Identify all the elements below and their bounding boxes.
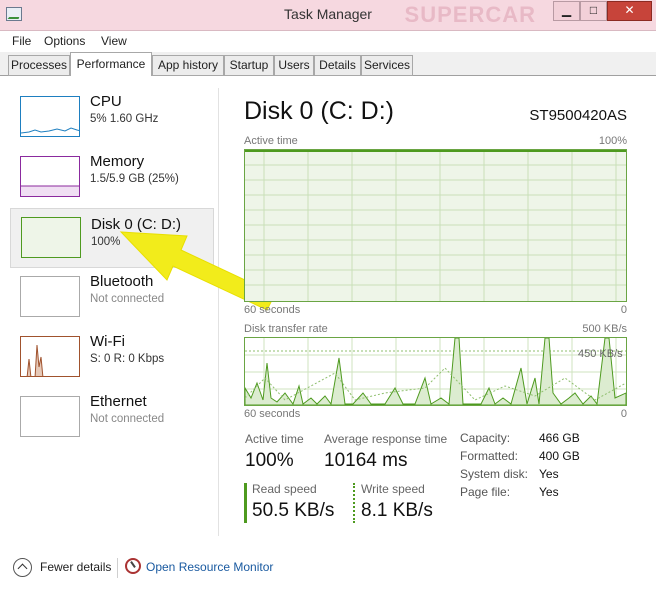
read-speed-value: 50.5 KB/s bbox=[252, 500, 335, 521]
write-speed-label: Write speed bbox=[361, 482, 425, 496]
resource-name: Memory bbox=[90, 153, 145, 170]
avg-response-label: Average response time bbox=[324, 432, 448, 446]
close-button[interactable]: ✕ bbox=[607, 1, 652, 21]
disk-model: ST9500420AS bbox=[529, 107, 627, 124]
transfer-min-label: 0 bbox=[620, 408, 627, 420]
property-value: Yes bbox=[539, 485, 559, 499]
cpu-thumbnail bbox=[20, 96, 80, 137]
property-key: System disk: bbox=[460, 467, 529, 481]
resource-ethernet[interactable]: Ethernet Not connected bbox=[10, 392, 214, 452]
resource-sub: 1.5/5.9 GB (25%) bbox=[90, 173, 179, 185]
transfer-graph-label: Disk transfer rate bbox=[244, 323, 328, 335]
bluetooth-thumbnail bbox=[20, 276, 80, 317]
tab-strip: Processes Performance App history Startu… bbox=[0, 52, 656, 77]
active-time-label: Active time bbox=[245, 432, 304, 446]
active-time-graph-label: Active time bbox=[244, 135, 298, 147]
resource-cpu[interactable]: CPU 5% 1.60 GHz bbox=[10, 92, 214, 152]
resource-sub: S: 0 R: 0 Kbps bbox=[90, 353, 165, 365]
menu-bar: File Options View bbox=[0, 31, 656, 52]
minimize-button[interactable]: ▁ bbox=[553, 1, 580, 21]
resource-wifi[interactable]: Wi-Fi S: 0 R: 0 Kbps bbox=[10, 332, 214, 392]
active-time-max-label: 100% bbox=[598, 135, 627, 147]
menu-options[interactable]: Options bbox=[44, 34, 85, 48]
menu-view[interactable]: View bbox=[101, 34, 127, 48]
wifi-thumbnail bbox=[20, 336, 80, 377]
property-key: Capacity: bbox=[460, 431, 511, 445]
write-speed-bar bbox=[353, 483, 355, 523]
maximize-button[interactable]: □ bbox=[580, 1, 607, 21]
resource-name: CPU bbox=[90, 93, 122, 110]
active-time-value: 100% bbox=[245, 450, 294, 471]
tab-users[interactable]: Users bbox=[274, 55, 314, 76]
divider bbox=[117, 558, 118, 578]
resource-name: Wi-Fi bbox=[90, 333, 125, 350]
chevron-up-icon[interactable] bbox=[13, 558, 32, 577]
read-speed-bar bbox=[244, 483, 247, 523]
tab-startup[interactable]: Startup bbox=[224, 55, 274, 76]
transfer-inner-label: 450 KB/s bbox=[578, 348, 623, 360]
tab-services[interactable]: Services bbox=[361, 55, 413, 76]
fewer-details-button[interactable]: Fewer details bbox=[40, 560, 111, 574]
bottom-bar: Fewer details Open Resource Monitor bbox=[0, 546, 656, 598]
property-value: Yes bbox=[539, 467, 559, 481]
property-key: Page file: bbox=[460, 485, 511, 499]
property-key: Formatted: bbox=[460, 449, 519, 463]
disk-thumbnail bbox=[21, 217, 81, 258]
resource-sub: 5% 1.60 GHz bbox=[90, 113, 159, 125]
page-title: Disk 0 (C: D:) bbox=[244, 97, 394, 125]
property-value: 466 GB bbox=[539, 431, 580, 445]
active-time-graph bbox=[244, 149, 627, 302]
transfer-max-label: 500 KB/s bbox=[582, 323, 627, 335]
read-speed-label: Read speed bbox=[252, 482, 317, 496]
ethernet-thumbnail bbox=[20, 396, 80, 437]
resource-memory[interactable]: Memory 1.5/5.9 GB (25%) bbox=[10, 152, 214, 212]
write-speed-value: 8.1 KB/s bbox=[361, 500, 433, 521]
resource-name: Ethernet bbox=[90, 393, 147, 410]
title-bar[interactable]: SUPERCAR Task Manager ▁ □ ✕ bbox=[0, 0, 656, 31]
resource-monitor-icon[interactable] bbox=[125, 558, 141, 574]
tab-app-history[interactable]: App history bbox=[152, 55, 224, 76]
open-resource-monitor-link[interactable]: Open Resource Monitor bbox=[146, 560, 273, 574]
avg-response-value: 10164 ms bbox=[324, 450, 408, 471]
resource-sub: Not connected bbox=[90, 413, 165, 425]
transfer-rate-graph bbox=[244, 337, 627, 406]
menu-file[interactable]: File bbox=[12, 34, 31, 48]
transfer-x-label: 60 seconds bbox=[244, 408, 301, 420]
property-value: 400 GB bbox=[539, 449, 580, 463]
memory-thumbnail bbox=[20, 156, 80, 197]
active-time-min-label: 0 bbox=[620, 304, 627, 316]
active-time-x-label: 60 seconds bbox=[244, 304, 301, 316]
tab-details[interactable]: Details bbox=[314, 55, 361, 76]
tab-performance[interactable]: Performance bbox=[70, 52, 152, 77]
tab-processes[interactable]: Processes bbox=[8, 55, 70, 76]
performance-panel: CPU 5% 1.60 GHz Memory 1.5/5.9 GB (25%) … bbox=[0, 76, 656, 546]
